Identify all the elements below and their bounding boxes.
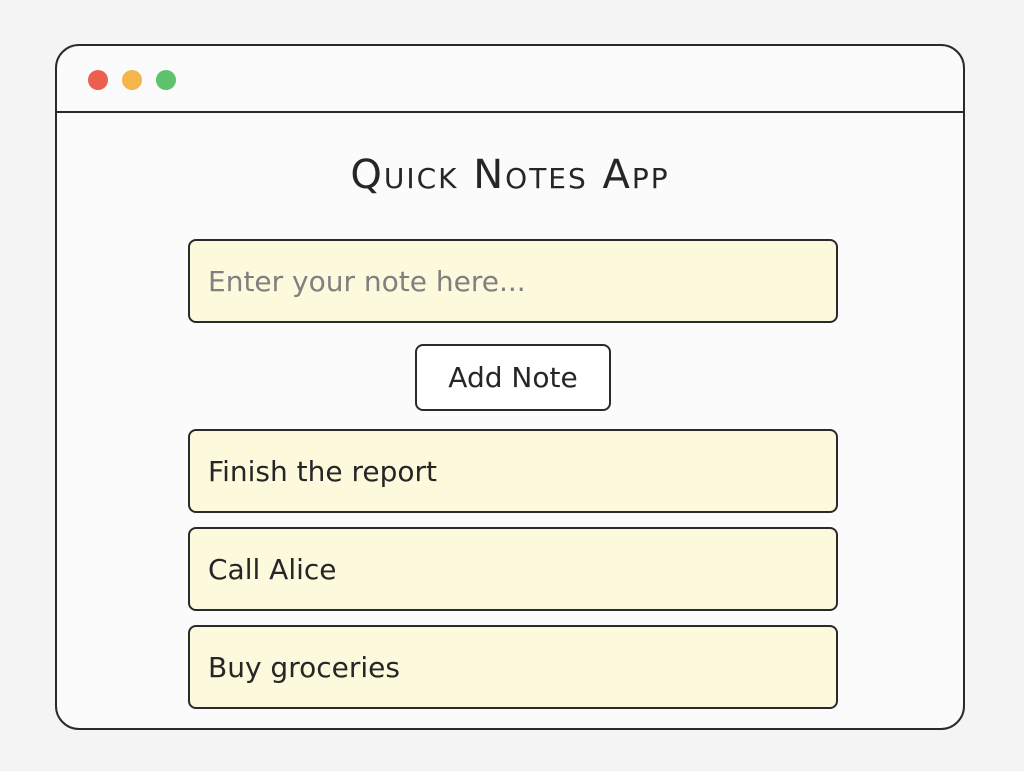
maximize-window-button[interactable]	[156, 70, 176, 90]
close-window-button[interactable]	[88, 70, 108, 90]
add-note-button[interactable]: Add Note	[415, 344, 611, 411]
note-text: Buy groceries	[208, 650, 400, 684]
app-window: Quick Notes App Add Note Finish the repo…	[55, 44, 965, 730]
note-text: Call Alice	[208, 552, 337, 586]
note-item[interactable]: Buy groceries	[188, 625, 838, 709]
note-input[interactable]	[188, 239, 838, 323]
minimize-window-button[interactable]	[122, 70, 142, 90]
note-item[interactable]: Finish the report	[188, 429, 838, 513]
notes-list: Finish the report Call Alice Buy groceri…	[188, 429, 838, 723]
note-item[interactable]: Call Alice	[188, 527, 838, 611]
window-titlebar	[57, 46, 963, 113]
note-text: Finish the report	[208, 454, 437, 488]
page-title: Quick Notes App	[350, 152, 670, 198]
